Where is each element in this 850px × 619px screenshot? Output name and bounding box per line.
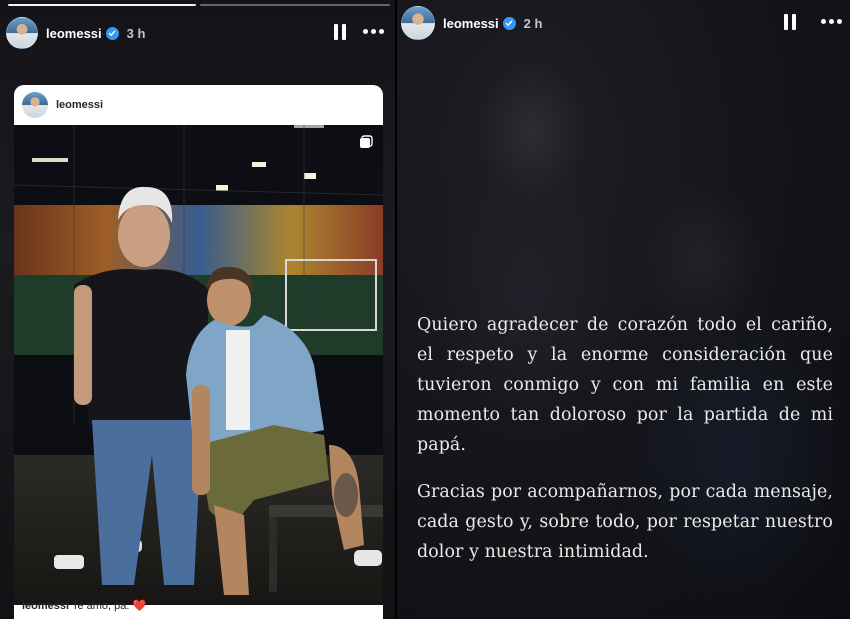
post-username[interactable]: leomessi <box>56 99 103 111</box>
verified-icon <box>105 26 119 40</box>
post-avatar[interactable] <box>22 92 48 118</box>
pause-icon[interactable] <box>784 14 798 30</box>
timestamp: 2 h <box>523 15 543 31</box>
shared-post-card[interactable]: leomessi leomessi Te amo, pa. ❤️ <box>14 85 383 619</box>
more-icon[interactable] <box>363 28 387 36</box>
post-photo[interactable] <box>14 125 383 605</box>
story-header: leomessi 3 h <box>6 15 145 51</box>
multi-photo-icon <box>359 135 373 149</box>
message-paragraph: Gracias por acompañarnos, por cada mensa… <box>417 482 833 562</box>
story-right[interactable]: leomessi 2 h Quiero agradecer de corazón… <box>397 0 850 619</box>
caption-text: Te amo, pa. <box>71 600 130 612</box>
username[interactable]: leomessi <box>46 26 102 41</box>
story-header: leomessi 2 h <box>401 5 542 41</box>
caption-username[interactable]: leomessi <box>22 600 69 612</box>
message-paragraph: Quiero agradecer de corazón todo el cari… <box>417 315 833 455</box>
story-message: Quiero agradecer de corazón todo el cari… <box>417 310 833 584</box>
timestamp: 3 h <box>126 25 146 41</box>
avatar[interactable] <box>6 17 38 49</box>
story-left[interactable]: leomessi 3 h leomessi leomessi Te amo, p… <box>0 0 395 619</box>
more-icon[interactable] <box>821 18 845 26</box>
post-caption: leomessi Te amo, pa. ❤️ <box>22 599 146 612</box>
heart-emoji: ❤️ <box>132 600 147 612</box>
post-header: leomessi <box>14 85 383 125</box>
pause-icon[interactable] <box>334 24 348 40</box>
username[interactable]: leomessi <box>443 16 499 31</box>
avatar[interactable] <box>401 6 435 40</box>
story-progress-active <box>8 4 196 6</box>
story-progress-next <box>200 4 390 6</box>
photo-illustration <box>14 125 383 605</box>
verified-icon <box>502 16 516 30</box>
